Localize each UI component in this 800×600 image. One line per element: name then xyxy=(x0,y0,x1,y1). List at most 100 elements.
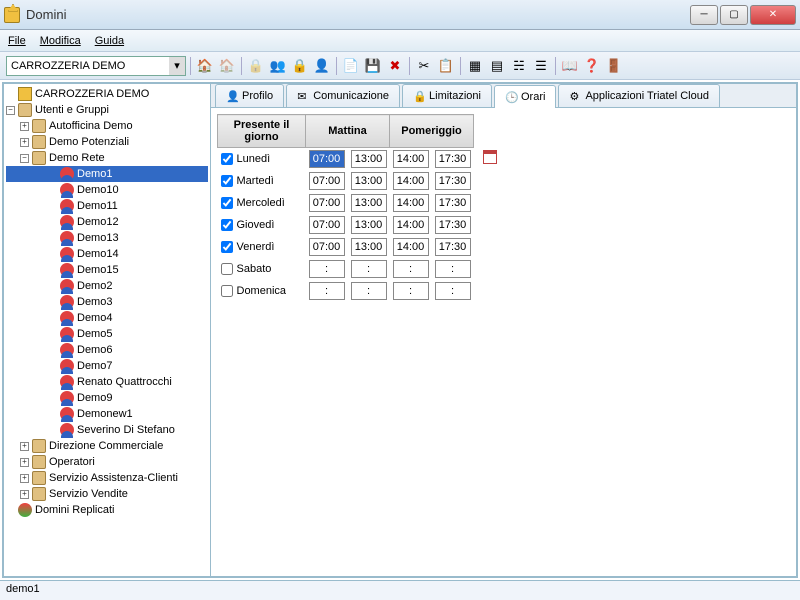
close-button[interactable]: ✕ xyxy=(750,5,796,25)
morning-start-input[interactable] xyxy=(309,260,345,278)
morning-start-input[interactable] xyxy=(309,150,345,168)
new-icon[interactable]: 📄 xyxy=(341,56,361,76)
titlebar[interactable]: Domini ─ ▢ ✕ xyxy=(0,0,800,30)
tree-node[interactable]: Demonew1 xyxy=(6,406,208,422)
tree-node[interactable]: −Demo Rete xyxy=(6,150,208,166)
afternoon-start-input[interactable] xyxy=(393,172,429,190)
exit-icon[interactable]: 🚪 xyxy=(604,56,624,76)
lock-icon[interactable]: 🔒 xyxy=(290,56,310,76)
afternoon-end-input[interactable] xyxy=(435,172,471,190)
morning-end-input[interactable] xyxy=(351,238,387,256)
afternoon-start-input[interactable] xyxy=(393,238,429,256)
afternoon-start-input[interactable] xyxy=(393,282,429,300)
tree-node[interactable]: +Demo Potenziali xyxy=(6,134,208,150)
tree-node[interactable]: Demo2 xyxy=(6,278,208,294)
afternoon-end-input[interactable] xyxy=(435,260,471,278)
tree-node[interactable]: +Autofficina Demo xyxy=(6,118,208,134)
day-checkbox[interactable] xyxy=(221,263,233,275)
morning-start-input[interactable] xyxy=(309,194,345,212)
morning-end-input[interactable] xyxy=(351,150,387,168)
afternoon-end-input[interactable] xyxy=(435,282,471,300)
tree[interactable]: CARROZZERIA DEMO−Utenti e Gruppi+Autoffi… xyxy=(4,84,211,576)
tab-orari[interactable]: 🕒Orari xyxy=(494,85,556,108)
tree-node[interactable]: Demo1 xyxy=(6,166,208,182)
user-remove-icon[interactable]: 👤 xyxy=(312,56,332,76)
view2-icon[interactable]: ▤ xyxy=(487,56,507,76)
morning-start-input[interactable] xyxy=(309,216,345,234)
morning-end-input[interactable] xyxy=(351,172,387,190)
day-checkbox[interactable] xyxy=(221,175,233,187)
menu-guida[interactable]: Guida xyxy=(95,35,124,47)
tab-cloud[interactable]: ⚙Applicazioni Triatel Cloud xyxy=(558,84,720,107)
expand-icon[interactable]: − xyxy=(20,154,29,163)
tree-node[interactable]: +Servizio Vendite xyxy=(6,486,208,502)
tab-profilo[interactable]: 👤Profilo xyxy=(215,84,284,107)
tree-node[interactable]: Demo5 xyxy=(6,326,208,342)
morning-end-input[interactable] xyxy=(351,282,387,300)
afternoon-start-input[interactable] xyxy=(393,150,429,168)
tree-node[interactable]: CARROZZERIA DEMO xyxy=(6,86,208,102)
afternoon-start-input[interactable] xyxy=(393,194,429,212)
home-out-icon[interactable]: 🏠 xyxy=(217,56,237,76)
tree-node[interactable]: −Utenti e Gruppi xyxy=(6,102,208,118)
view4-icon[interactable]: ☰ xyxy=(531,56,551,76)
tree-node[interactable]: Demo11 xyxy=(6,198,208,214)
tree-node[interactable]: Demo14 xyxy=(6,246,208,262)
maximize-button[interactable]: ▢ xyxy=(720,5,748,25)
tree-node[interactable]: Demo6 xyxy=(6,342,208,358)
home-icon[interactable]: 🏠 xyxy=(195,56,215,76)
tree-node[interactable]: +Operatori xyxy=(6,454,208,470)
tab-limitazioni[interactable]: 🔒Limitazioni xyxy=(402,84,492,107)
help-icon[interactable]: ❓ xyxy=(582,56,602,76)
users-icon[interactable]: 👥 xyxy=(268,56,288,76)
copy-icon[interactable]: 📋 xyxy=(436,56,456,76)
save-icon[interactable]: 💾 xyxy=(363,56,383,76)
afternoon-start-input[interactable] xyxy=(393,216,429,234)
expand-icon[interactable]: + xyxy=(20,122,29,131)
morning-start-input[interactable] xyxy=(309,238,345,256)
tree-node[interactable]: Demo15 xyxy=(6,262,208,278)
morning-start-input[interactable] xyxy=(309,172,345,190)
afternoon-end-input[interactable] xyxy=(435,150,471,168)
day-checkbox[interactable] xyxy=(221,285,233,297)
tree-node[interactable]: Demo9 xyxy=(6,390,208,406)
lock-grey-icon[interactable]: 🔒 xyxy=(246,56,266,76)
afternoon-start-input[interactable] xyxy=(393,260,429,278)
expand-icon[interactable]: + xyxy=(20,442,29,451)
delete-icon[interactable]: ✖ xyxy=(385,56,405,76)
domain-combo[interactable]: CARROZZERIA DEMO ▾ xyxy=(6,56,186,76)
morning-end-input[interactable] xyxy=(351,260,387,278)
afternoon-end-input[interactable] xyxy=(435,216,471,234)
expand-icon[interactable]: + xyxy=(20,138,29,147)
tree-node[interactable]: Severino Di Stefano xyxy=(6,422,208,438)
morning-start-input[interactable] xyxy=(309,282,345,300)
cut-icon[interactable]: ✂ xyxy=(414,56,434,76)
day-checkbox[interactable] xyxy=(221,219,233,231)
tree-node[interactable]: Demo3 xyxy=(6,294,208,310)
tree-node[interactable]: Renato Quattrocchi xyxy=(6,374,208,390)
expand-icon[interactable]: + xyxy=(20,490,29,499)
morning-end-input[interactable] xyxy=(351,216,387,234)
expand-icon[interactable]: + xyxy=(20,474,29,483)
book-icon[interactable]: 📖 xyxy=(560,56,580,76)
expand-icon[interactable]: − xyxy=(6,106,15,115)
chevron-down-icon[interactable]: ▾ xyxy=(169,57,185,75)
day-checkbox[interactable] xyxy=(221,197,233,209)
view3-icon[interactable]: ☵ xyxy=(509,56,529,76)
day-checkbox[interactable] xyxy=(221,241,233,253)
morning-end-input[interactable] xyxy=(351,194,387,212)
day-checkbox[interactable] xyxy=(221,153,233,165)
view1-icon[interactable]: ▦ xyxy=(465,56,485,76)
tree-node[interactable]: Demo7 xyxy=(6,358,208,374)
afternoon-end-input[interactable] xyxy=(435,194,471,212)
tab-comunicazione[interactable]: ✉Comunicazione xyxy=(286,84,400,107)
afternoon-end-input[interactable] xyxy=(435,238,471,256)
menu-file[interactable]: File xyxy=(8,35,26,47)
tree-node[interactable]: Demo13 xyxy=(6,230,208,246)
tree-node[interactable]: Demo12 xyxy=(6,214,208,230)
expand-icon[interactable]: + xyxy=(20,458,29,467)
calendar-icon[interactable] xyxy=(483,150,497,164)
minimize-button[interactable]: ─ xyxy=(690,5,718,25)
tree-node[interactable]: Demo4 xyxy=(6,310,208,326)
menu-modifica[interactable]: Modifica xyxy=(40,35,81,47)
